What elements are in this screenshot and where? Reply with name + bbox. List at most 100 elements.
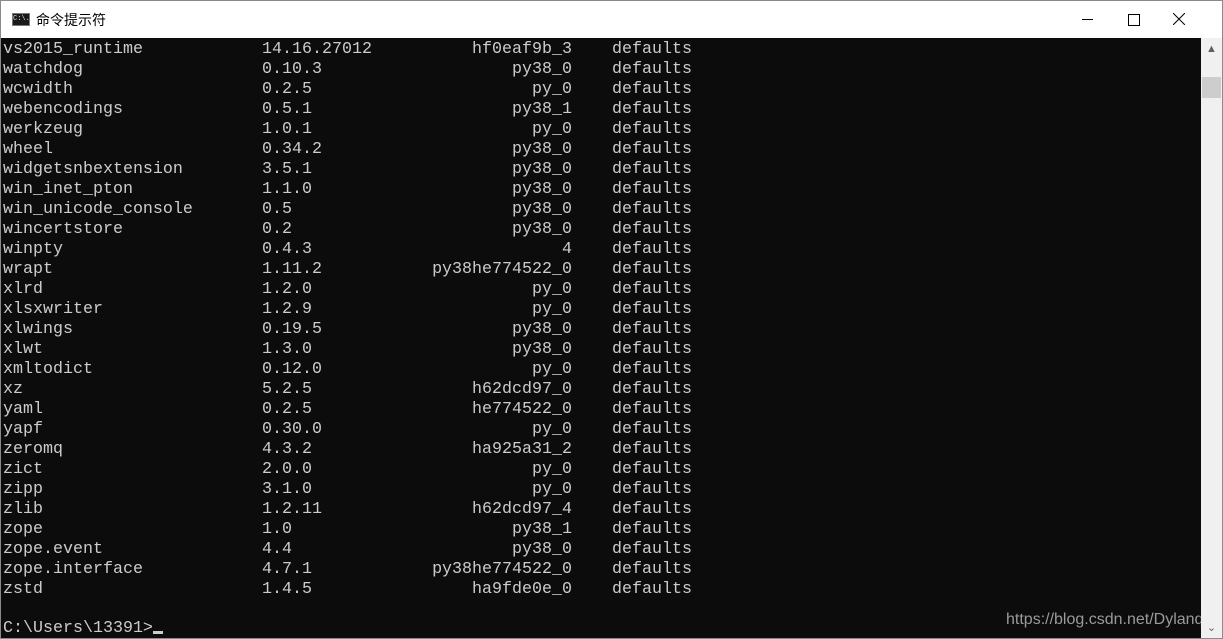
package-row: winpty 0.4.3 4 defaults (1, 240, 1201, 260)
title-bar[interactable]: C:\. 命令提示符 (1, 1, 1222, 38)
package-channel: defaults (612, 220, 692, 239)
package-version: 1.2.0 (262, 280, 312, 299)
package-version: 1.1.0 (262, 180, 312, 199)
package-channel: defaults (612, 260, 692, 279)
package-version: 4.3.2 (262, 440, 312, 459)
package-name: xz (3, 380, 23, 399)
package-version: 0.2.5 (262, 400, 312, 419)
close-button[interactable] (1156, 1, 1202, 38)
package-build: py38_0 (512, 340, 572, 359)
package-name: win_unicode_console (3, 200, 193, 219)
package-channel: defaults (612, 320, 692, 339)
package-build: py_0 (532, 360, 572, 379)
package-row: xlwings 0.19.5 py38_0 defaults (1, 320, 1201, 340)
package-version: 0.34.2 (262, 140, 322, 159)
package-build: py_0 (532, 460, 572, 479)
package-row: xlsxwriter 1.2.9 py_0 defaults (1, 300, 1201, 320)
package-channel: defaults (612, 580, 692, 599)
minimize-button[interactable] (1064, 1, 1110, 38)
package-build: py38he774522_0 (432, 560, 572, 579)
package-name: widgetsnbextension (3, 160, 183, 179)
package-name: wheel (3, 140, 53, 159)
scroll-up-arrow-icon[interactable]: ▲ (1201, 38, 1222, 58)
package-build: hf0eaf9b_3 (472, 40, 572, 59)
package-build: py38_0 (512, 540, 572, 559)
package-channel: defaults (612, 240, 692, 259)
close-icon (1173, 13, 1185, 25)
package-row: zope.event 4.4 py38_0 defaults (1, 540, 1201, 560)
package-channel: defaults (612, 540, 692, 559)
prompt-text: C:\Users\13391> (3, 619, 153, 638)
package-channel: defaults (612, 500, 692, 519)
package-channel: defaults (612, 300, 692, 319)
package-name: xlsxwriter (3, 300, 103, 319)
package-row: vs2015_runtime 14.16.27012 hf0eaf9b_3 defau… (1, 40, 1201, 60)
package-build: py38_1 (512, 100, 572, 119)
package-channel: defaults (612, 80, 692, 99)
package-build: h62dcd97_0 (472, 380, 572, 399)
maximize-button[interactable] (1110, 1, 1156, 38)
package-row: xlwt 1.3.0 py38_0 defaults (1, 340, 1201, 360)
window-title: 命令提示符 (36, 13, 106, 29)
package-version: 4.7.1 (262, 560, 312, 579)
package-name: xlrd (3, 280, 43, 299)
package-channel: defaults (612, 480, 692, 499)
package-row: wrapt 1.11.2 py38he774522_0 defaults (1, 260, 1201, 280)
package-row: xlrd 1.2.0 py_0 defaults (1, 280, 1201, 300)
package-version: 0.4.3 (262, 240, 312, 259)
package-channel: defaults (612, 520, 692, 539)
scroll-down-arrow-icon[interactable]: ⌄ (1201, 618, 1222, 638)
package-version: 0.12.0 (262, 360, 322, 379)
package-row: zstd 1.4.5 ha9fde0e_0 defaults (1, 580, 1201, 600)
package-build: py_0 (532, 80, 572, 99)
package-name: zstd (3, 580, 43, 599)
package-build: py38_0 (512, 200, 572, 219)
cmd-window: C:\. 命令提示符 zstd 1.4.5 ha9fde0e_0 defaults zo… (0, 0, 1223, 639)
package-row: zict 2.0.0 py_0 defaults (1, 460, 1201, 480)
package-build: py38_0 (512, 220, 572, 239)
package-row: xmltodict 0.12.0 py_0 defaults (1, 360, 1201, 380)
package-version: 0.2.5 (262, 80, 312, 99)
command-prompt[interactable]: C:\Users\13391> (3, 619, 163, 638)
package-row: win_unicode_console 0.5 py38_0 defaults (1, 200, 1201, 220)
package-channel: defaults (612, 440, 692, 459)
package-version: 3.1.0 (262, 480, 312, 499)
package-name: zipp (3, 480, 43, 499)
package-version: 0.5.1 (262, 100, 312, 119)
package-version: 1.2.11 (262, 500, 322, 519)
scrollbar-thumb[interactable] (1202, 77, 1221, 98)
package-version: 0.30.0 (262, 420, 322, 439)
console-output[interactable]: zstd 1.4.5 ha9fde0e_0 defaults zope.interfac… (1, 38, 1207, 638)
package-build: py38_1 (512, 520, 572, 539)
package-build: py38_0 (512, 180, 572, 199)
watermark: https://blog.csdn.net/Dylanqi (1006, 611, 1208, 628)
package-channel: defaults (612, 120, 692, 139)
package-build: 4 (562, 240, 572, 259)
package-name: zope.interface (3, 560, 143, 579)
package-channel: defaults (612, 100, 692, 119)
vertical-scrollbar[interactable]: ▲ ⌄ (1201, 38, 1222, 638)
package-build: ha925a31_2 (472, 440, 572, 459)
package-channel: defaults (612, 140, 692, 159)
package-name: werkzeug (3, 120, 83, 139)
package-channel: defaults (612, 40, 692, 59)
package-name: wincertstore (3, 220, 123, 239)
package-name: wcwidth (3, 80, 73, 99)
package-channel: defaults (612, 200, 692, 219)
package-version: 1.4.5 (262, 580, 312, 599)
package-row: wcwidth 0.2.5 py_0 defaults (1, 80, 1201, 100)
package-row: zlib 1.2.11 h62dcd97_4 defaults (1, 500, 1201, 520)
package-version: 4.4 (262, 540, 292, 559)
package-name: webencodings (3, 100, 123, 119)
cmd-icon[interactable]: C:\. (12, 13, 30, 26)
package-channel: defaults (612, 340, 692, 359)
package-channel: defaults (612, 400, 692, 419)
package-channel: defaults (612, 360, 692, 379)
package-version: 1.0 (262, 520, 292, 539)
package-name: yapf (3, 420, 43, 439)
package-name: zope.event (3, 540, 103, 559)
package-row: zope.interface 4.7.1 py38he774522_0 default… (1, 560, 1201, 580)
package-channel: defaults (612, 180, 692, 199)
package-build: py38_0 (512, 160, 572, 179)
package-channel: defaults (612, 60, 692, 79)
